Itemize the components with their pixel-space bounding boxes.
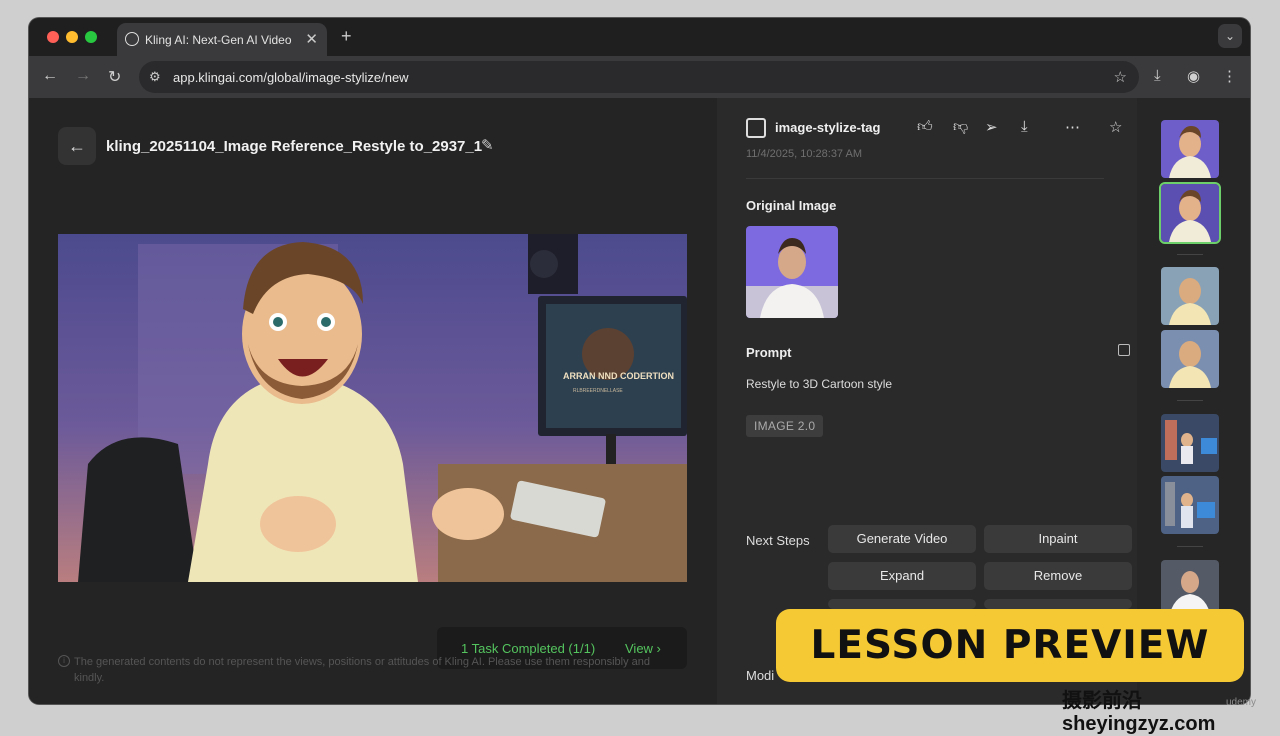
screen-subtitle-text: RLBREERDNELLASE bbox=[573, 388, 623, 394]
disclaimer-copy: The generated contents do not represent … bbox=[74, 656, 651, 684]
download-icon[interactable]: ⤓ bbox=[1021, 118, 1028, 135]
minimize-window-button[interactable] bbox=[66, 31, 78, 43]
remove-button[interactable]: Remove bbox=[984, 562, 1132, 590]
model-section-label: Modi bbox=[746, 668, 775, 683]
address-bar[interactable]: ⚙ app.klingai.com/global/image-stylize/n… bbox=[139, 61, 1139, 93]
created-timestamp: 11/4/2025, 10:28:37 AM bbox=[746, 148, 862, 160]
profile-icon[interactable]: ◉ bbox=[1187, 67, 1200, 85]
thumbs-up-icon[interactable]: 👍︎ bbox=[917, 118, 933, 136]
expand-button[interactable]: Expand bbox=[828, 562, 976, 590]
image-preview-pane: ← kling_20251104_Image Reference_Restyle… bbox=[29, 98, 717, 704]
rail-divider bbox=[1177, 546, 1203, 547]
model-badge: IMAGE 2.0 bbox=[746, 415, 824, 437]
generated-image[interactable]: ARRAN NND CODERTION RLBREERDNELLASE bbox=[58, 234, 687, 582]
image-icon bbox=[746, 118, 766, 138]
rail-divider bbox=[1177, 254, 1203, 255]
history-thumbnail[interactable] bbox=[1161, 330, 1219, 388]
history-thumbnail[interactable] bbox=[1161, 120, 1219, 178]
section-divider bbox=[746, 178, 1104, 179]
file-name: kling_20251104_Image Reference_Restyle t… bbox=[106, 138, 483, 155]
close-window-button[interactable] bbox=[47, 31, 59, 43]
rail-divider bbox=[1177, 400, 1203, 401]
disclaimer-text: i The generated contents do not represen… bbox=[58, 654, 674, 686]
back-button[interactable]: ← bbox=[58, 127, 96, 165]
copy-icon[interactable] bbox=[1118, 344, 1130, 356]
url-text[interactable]: app.klingai.com/global/image-stylize/new bbox=[173, 70, 409, 85]
prompt-text: Restyle to 3D Cartoon style bbox=[746, 377, 893, 391]
tab-close-icon[interactable]: ✕ bbox=[305, 30, 318, 48]
title-bar: Kling AI: Next-Gen AI Video & ✕ + ⌄ bbox=[29, 18, 1250, 56]
history-thumbnail[interactable] bbox=[1161, 476, 1219, 534]
info-icon: i bbox=[58, 655, 70, 667]
more-options-icon[interactable]: ⋯ bbox=[1065, 118, 1080, 136]
browser-tab[interactable]: Kling AI: Next-Gen AI Video & ✕ bbox=[117, 23, 327, 56]
new-tab-button[interactable]: + bbox=[341, 26, 352, 47]
reload-icon[interactable]: ↻ bbox=[108, 67, 121, 87]
site-settings-icon[interactable]: ⚙ bbox=[149, 69, 161, 85]
bookmark-star-icon[interactable]: ☆ bbox=[1114, 68, 1127, 86]
favorite-star-icon[interactable]: ☆ bbox=[1109, 118, 1122, 136]
tab-search-chevron-icon[interactable]: ⌄ bbox=[1218, 24, 1242, 48]
forward-arrow-icon[interactable]: → bbox=[75, 67, 91, 85]
prompt-label: Prompt bbox=[746, 345, 792, 360]
browser-toolbar: ← → ↻ ⚙ app.klingai.com/global/image-sty… bbox=[29, 56, 1250, 98]
back-arrow-icon[interactable]: ← bbox=[42, 67, 58, 85]
original-image-thumbnail[interactable] bbox=[746, 226, 838, 318]
share-send-icon[interactable]: ➢ bbox=[985, 118, 998, 136]
generate-video-button[interactable]: Generate Video bbox=[828, 525, 976, 553]
partial-button[interactable] bbox=[984, 599, 1132, 609]
partial-button[interactable] bbox=[828, 599, 976, 609]
history-thumbnail[interactable] bbox=[1161, 414, 1219, 472]
browser-window: Kling AI: Next-Gen AI Video & ✕ + ⌄ ← → … bbox=[29, 18, 1250, 704]
maximize-window-button[interactable] bbox=[85, 31, 97, 43]
more-menu-icon[interactable]: ⋮ bbox=[1222, 67, 1237, 85]
site-watermark: 摄影前沿 sheyingzyz.com bbox=[1062, 690, 1216, 735]
download-icon[interactable]: ⤓ bbox=[1154, 67, 1161, 84]
inpaint-button[interactable]: Inpaint bbox=[984, 525, 1132, 553]
screen-title-text: ARRAN NND CODERTION bbox=[563, 371, 674, 381]
original-image-label: Original Image bbox=[746, 198, 837, 213]
edit-pencil-icon[interactable]: ✎ bbox=[481, 136, 494, 154]
task-tag: image-stylize-tag bbox=[775, 120, 881, 135]
lesson-preview-banner: LESSON PREVIEW bbox=[776, 609, 1244, 682]
history-thumbnail-selected[interactable] bbox=[1159, 182, 1221, 244]
udemy-watermark: udemy bbox=[1226, 697, 1257, 708]
kling-favicon-icon bbox=[125, 32, 139, 46]
history-thumbnail[interactable] bbox=[1161, 267, 1219, 325]
thumbs-down-icon[interactable]: 👎︎ bbox=[953, 118, 968, 136]
tab-title: Kling AI: Next-Gen AI Video & bbox=[145, 33, 295, 47]
next-steps-label: Next Steps bbox=[746, 533, 810, 548]
